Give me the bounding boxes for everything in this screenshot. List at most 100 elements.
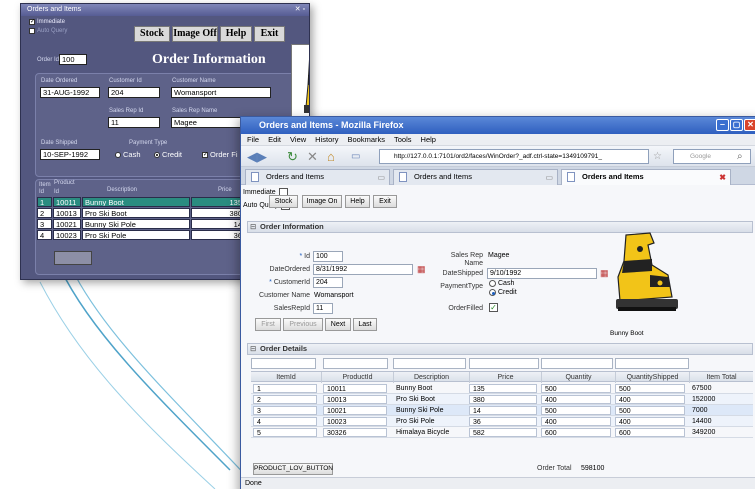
exit-button[interactable]: Exit: [373, 195, 397, 208]
cell-quantity-shipped[interactable]: 600: [615, 428, 685, 437]
forms-exit-button[interactable]: Exit: [254, 26, 285, 42]
col-description[interactable]: Description: [393, 372, 469, 383]
cell-product-id[interactable]: 10013: [323, 395, 387, 404]
table-row[interactable]: 1 10011 Bunny Boot 135 500 500 67500: [251, 383, 753, 394]
cell-item-id[interactable]: 1: [253, 384, 317, 393]
cell-price[interactable]: 380: [469, 395, 537, 404]
help-button[interactable]: Help: [345, 195, 370, 208]
cell-quantity-shipped[interactable]: 500: [615, 406, 685, 415]
col-quantity[interactable]: Quantity: [541, 372, 615, 383]
forms-gray-button[interactable]: [54, 251, 92, 265]
cell-quantity-shipped[interactable]: 400: [615, 395, 685, 404]
forms-credit-radio[interactable]: Credit: [154, 150, 182, 159]
cell-quantity[interactable]: 400: [541, 417, 611, 426]
cell-quantity[interactable]: 400: [541, 395, 611, 404]
cell-product[interactable]: 10011: [53, 197, 81, 207]
filter-quantity[interactable]: [541, 358, 613, 369]
forms-order-id-field[interactable]: 100: [59, 54, 87, 65]
tab-orders-2[interactable]: Orders and Items ▭: [393, 169, 558, 185]
cell-quantity[interactable]: 600: [541, 428, 611, 437]
cell-product[interactable]: 10021: [53, 219, 81, 229]
menu-tools[interactable]: Tools: [394, 134, 412, 145]
forms-order-filled-checkbox[interactable]: ✓ Order Fi: [202, 150, 238, 159]
forms-help-button[interactable]: Help: [220, 26, 252, 42]
cell-product-id[interactable]: 10021: [323, 406, 387, 415]
filter-item-id[interactable]: [251, 358, 316, 369]
filter-description[interactable]: [393, 358, 466, 369]
table-row[interactable]: 5 30326 Himalaya Bicycle 582 600 600 349…: [251, 427, 753, 438]
table-row[interactable]: 4 10023 Pro Ski Pole 36 400 400 14400: [251, 416, 753, 427]
col-quantity-shipped[interactable]: QuantityShipped: [615, 372, 689, 383]
menu-help[interactable]: Help: [421, 134, 436, 145]
cell-product-id[interactable]: 10011: [323, 384, 387, 393]
tab-close-icon[interactable]: ▭: [545, 171, 553, 185]
cell-item-id[interactable]: 3: [253, 406, 317, 415]
minimize-icon[interactable]: ‒: [716, 119, 729, 131]
table-row[interactable]: 2 10013 Pro Ski Boot 380 400 400 152000: [251, 394, 753, 405]
menu-bookmarks[interactable]: Bookmarks: [348, 134, 386, 145]
menu-file[interactable]: File: [247, 134, 259, 145]
cell-item-id[interactable]: 5: [253, 428, 317, 437]
forms-immediate-checkbox[interactable]: ✓ Immediate: [29, 19, 65, 25]
forms-window-controls[interactable]: ✕ ▫: [295, 4, 305, 16]
cell-item[interactable]: 4: [37, 230, 52, 240]
maximize-icon[interactable]: ▢: [730, 119, 743, 131]
forms-cash-radio[interactable]: Cash: [115, 150, 141, 159]
cell-description[interactable]: Pro Ski Boot: [82, 208, 190, 218]
tab-orders-3[interactable]: Orders and Items ✖: [561, 169, 731, 185]
cell-description[interactable]: Bunny Ski Pole: [82, 219, 190, 229]
product-lov-button[interactable]: PRODUCT_LOV_BUTTON: [253, 463, 333, 475]
filter-product-id[interactable]: [323, 358, 388, 369]
date-shipped-input[interactable]: 9/10/1992: [487, 268, 597, 279]
id-input[interactable]: 100: [313, 251, 343, 262]
stock-button[interactable]: Stock: [269, 195, 298, 208]
forms-image-off-button[interactable]: Image Off: [172, 26, 218, 42]
order-details-header[interactable]: Order Details: [247, 343, 753, 355]
cell-quantity-shipped[interactable]: 400: [615, 417, 685, 426]
cell-price[interactable]: 14: [191, 219, 245, 229]
cell-description[interactable]: Bunny Boot: [82, 197, 190, 207]
reload-icon[interactable]: ↻: [287, 149, 298, 164]
forms-customer-name-field[interactable]: Womansport: [171, 87, 271, 98]
filter-quantity-shipped[interactable]: [615, 358, 689, 369]
cell-price[interactable]: 14: [469, 406, 537, 415]
sales-rep-id-input[interactable]: 11: [313, 303, 333, 314]
url-bar[interactable]: http://127.0.0.1:7101/ord2/faces/WinOrde…: [379, 149, 649, 164]
cell-item[interactable]: 1: [37, 197, 52, 207]
order-filled-checkbox[interactable]: ✓: [489, 303, 498, 312]
cell-description[interactable]: Pro Ski Pole: [82, 230, 190, 240]
date-ordered-input[interactable]: 8/31/1992: [313, 264, 413, 275]
menu-view[interactable]: View: [290, 134, 306, 145]
filter-price[interactable]: [469, 358, 539, 369]
tab-close-icon[interactable]: ▭: [377, 171, 385, 185]
menu-edit[interactable]: Edit: [268, 134, 281, 145]
forms-date-shipped-field[interactable]: 10-SEP-1992: [40, 149, 100, 160]
home-icon[interactable]: ⌂: [327, 149, 335, 164]
forms-date-ordered-field[interactable]: 31-AUG-1992: [40, 87, 100, 98]
cell-price[interactable]: 36: [469, 417, 537, 426]
cell-product-id[interactable]: 10023: [323, 417, 387, 426]
cell-quantity-shipped[interactable]: 500: [615, 384, 685, 393]
cell-product[interactable]: 10013: [53, 208, 81, 218]
forms-customer-id-field[interactable]: 204: [108, 87, 160, 98]
stop-icon[interactable]: ✕: [307, 149, 318, 164]
previous-button[interactable]: Previous: [283, 318, 323, 331]
cell-quantity[interactable]: 500: [541, 406, 611, 415]
cell-quantity[interactable]: 500: [541, 384, 611, 393]
last-button[interactable]: Last: [353, 318, 377, 331]
image-on-button[interactable]: Image On: [302, 195, 342, 208]
credit-radio[interactable]: Credit: [489, 289, 517, 296]
next-button[interactable]: Next: [325, 318, 351, 331]
cell-item-id[interactable]: 2: [253, 395, 317, 404]
customer-id-input[interactable]: 204: [313, 277, 343, 288]
calendar-icon[interactable]: ▦: [417, 264, 427, 274]
cash-radio[interactable]: Cash: [489, 280, 514, 287]
first-button[interactable]: First: [255, 318, 281, 331]
forms-sales-rep-id-field[interactable]: 11: [108, 117, 160, 128]
cell-price[interactable]: 36: [191, 230, 245, 240]
cell-item[interactable]: 2: [37, 208, 52, 218]
search-icon[interactable]: ⌕: [737, 149, 743, 164]
col-item-id[interactable]: ItemId: [251, 372, 321, 383]
col-price[interactable]: Price: [469, 372, 541, 383]
tab-close-icon[interactable]: ✖: [719, 171, 726, 185]
